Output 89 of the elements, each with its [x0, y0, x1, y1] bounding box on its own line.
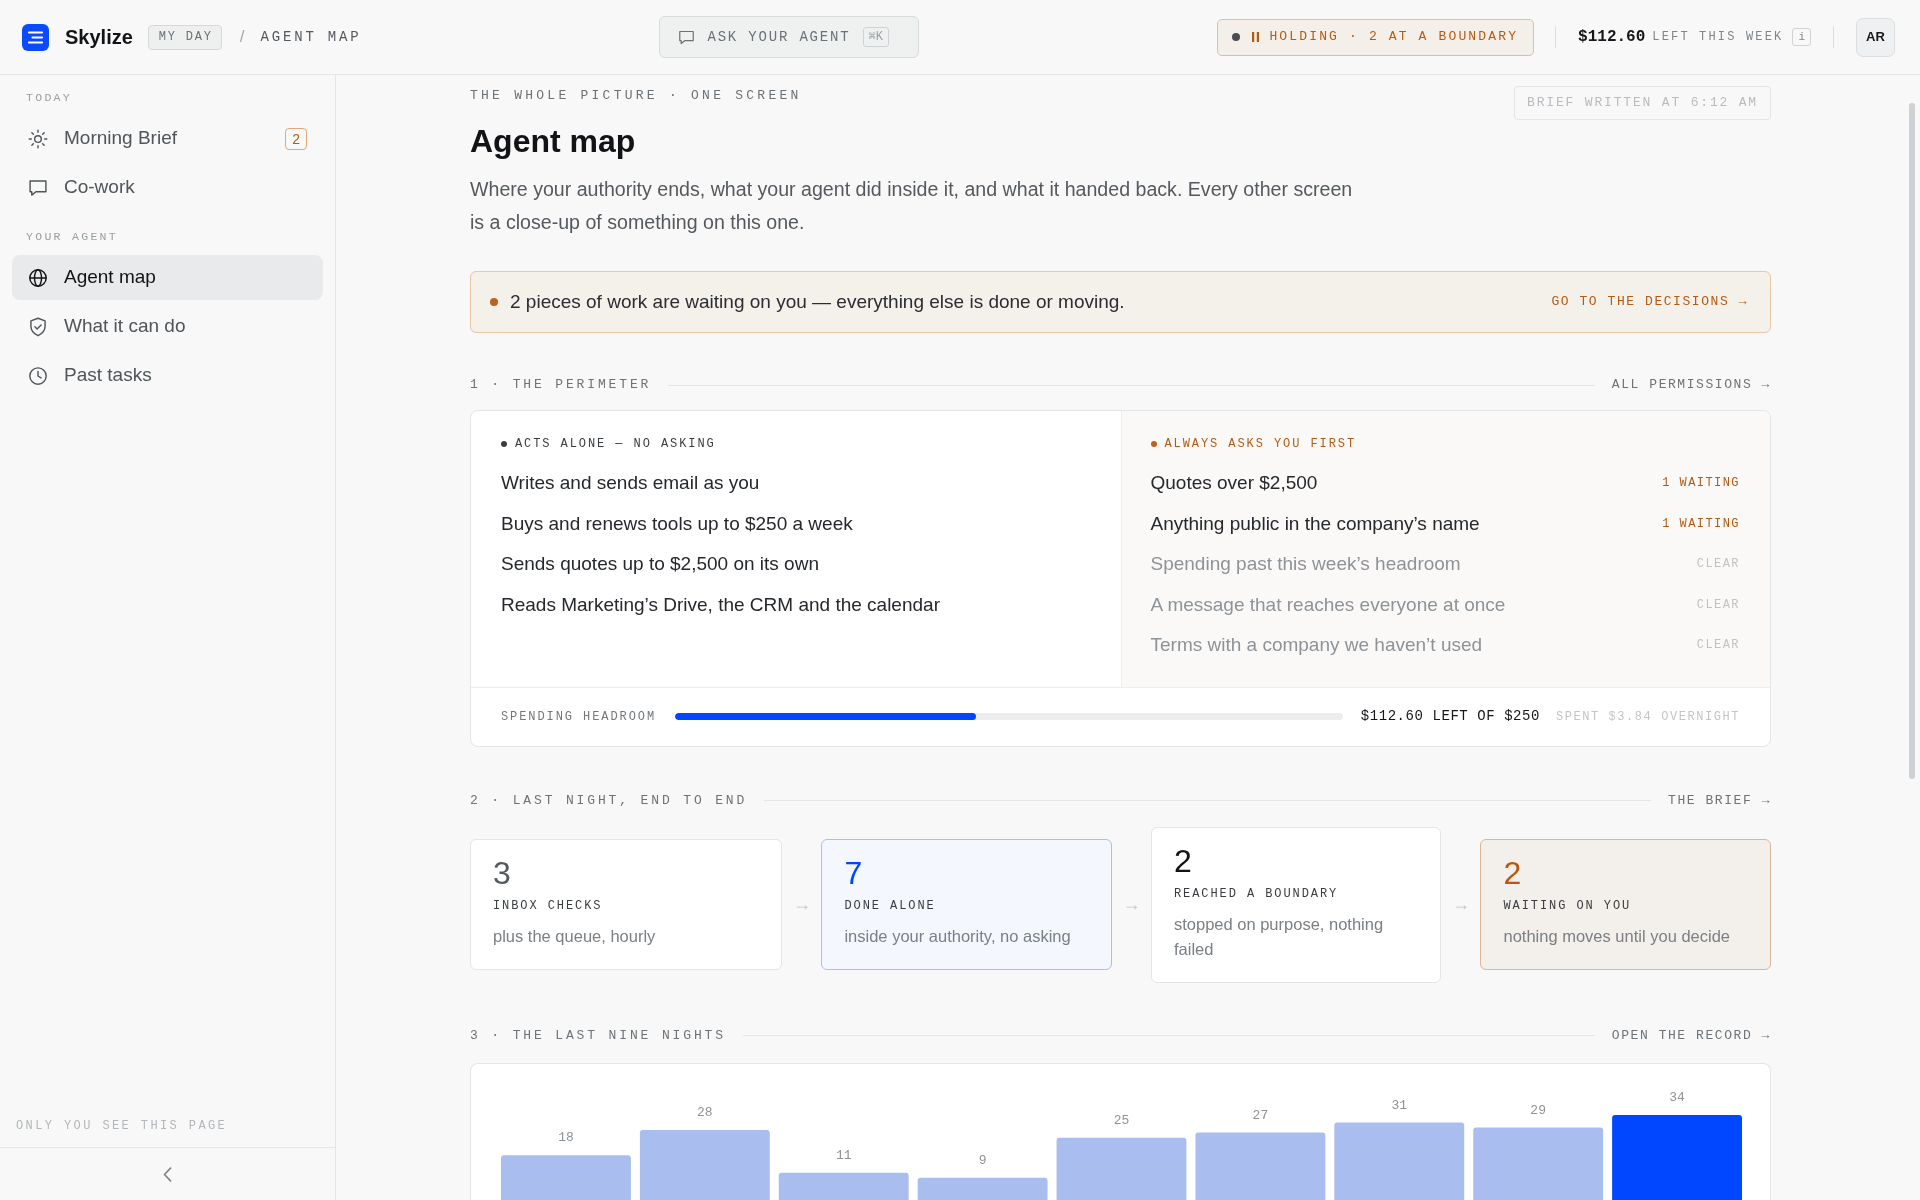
step-label: INBOX CHECKS: [493, 898, 604, 914]
sidebar-note: ONLY YOU SEE THIS PAGE: [15, 1118, 229, 1135]
permission-text: Terms with a company we haven’t used: [1150, 633, 1483, 657]
status-dot-icon: [1150, 441, 1157, 447]
count-badge: 2: [285, 127, 307, 150]
permission-text: Spending past this week’s headroom: [1150, 552, 1461, 576]
breadcrumb-current: AGENT MAP: [260, 27, 362, 47]
step-detail: stopped on purpose, nothing failed: [1173, 913, 1385, 960]
flow-arrow: →: [791, 893, 812, 916]
chevron-left-icon: [163, 1166, 172, 1182]
scrollbar-thumb[interactable]: [1909, 103, 1915, 779]
permission-text: Quotes over $2,500: [1150, 471, 1318, 495]
breadcrumb-separator: /: [239, 26, 245, 49]
brief-timestamp: BRIEF WRITTEN AT 6:12 AM: [1514, 86, 1771, 120]
section-link[interactable]: OPEN THE RECORD →: [1611, 1026, 1771, 1045]
bar-value-label: 28: [697, 1104, 713, 1120]
status-dot-icon: [501, 441, 507, 447]
account-avatar[interactable]: AR: [1856, 17, 1895, 57]
step-label: REACHED A BOUNDARY: [1173, 885, 1340, 902]
step-label: DONE ALONE: [844, 898, 937, 914]
permission-text: Sends quotes up to $2,500 on its own: [501, 552, 819, 576]
bar-value-label: 27: [1252, 1107, 1269, 1123]
sidebar-item[interactable]: Co-work: [12, 165, 323, 210]
sidebar-item[interactable]: Morning Brief 2: [12, 116, 323, 161]
bar-value-label: 11: [835, 1147, 852, 1163]
sidebar-item[interactable]: Past tasks: [12, 353, 323, 398]
column-heading: ACTS ALONE — NO ASKING: [515, 436, 716, 453]
clock-icon: [28, 365, 48, 386]
bar-value-label: 9: [978, 1152, 987, 1168]
logo-icon: [22, 23, 49, 51]
nav-section-label: YOUR AGENT: [25, 229, 119, 245]
section-link[interactable]: THE BRIEF →: [1668, 791, 1771, 810]
permission-text: Anything public in the company’s name: [1150, 511, 1480, 536]
permission-text: A message that reaches everyone at once: [1150, 592, 1506, 617]
bar-value-label: 34: [1669, 1089, 1685, 1105]
page-description: Where your authority ends, what your agent did inside it, and what it handed back. Every other screen is a close-up of something on this one.: [470, 177, 1354, 235]
bar-value-label: 29: [1530, 1102, 1546, 1118]
decisions-link[interactable]: GO TO THE DECISIONS →: [1551, 292, 1748, 312]
step-count: 7: [844, 855, 864, 891]
brand-name: Skylize: [65, 25, 133, 50]
section-link[interactable]: ALL PERMISSIONS →: [1611, 376, 1771, 394]
holding-status-button[interactable]: HOLDING · 2 AT A BOUNDARY: [1217, 18, 1535, 56]
globe-icon: [28, 267, 48, 288]
budget-label: LEFT THIS WEEK: [1652, 29, 1784, 46]
permission-text: Buys and renews tools up to $250 a week: [501, 511, 853, 536]
budget-amount: $112.60: [1578, 27, 1646, 48]
page-eyebrow: THE WHOLE PICTURE · ONE SCREEN: [470, 87, 803, 105]
sidebar-item[interactable]: Agent map: [12, 255, 323, 300]
pause-icon: [1252, 32, 1260, 42]
flow-arrow: →: [1450, 893, 1471, 916]
sun-icon: [28, 128, 48, 149]
step-detail: inside your authority, no asking: [844, 926, 1072, 947]
permission-status: CLEAR: [1696, 556, 1740, 573]
bar-value-label: 31: [1391, 1097, 1408, 1113]
shield-check-icon: [28, 316, 48, 337]
alert-dot-icon: [490, 298, 498, 306]
shortcut-hint: ⌘K: [862, 27, 889, 47]
sidebar-item[interactable]: What it can do: [12, 304, 323, 349]
headroom-label: SPENDING HEADROOM: [501, 708, 657, 726]
section-title: 3 · THE LAST NINE NIGHTS: [470, 1026, 726, 1045]
step-label: WAITING ON YOU: [1503, 898, 1633, 914]
permission-status: 1 WAITING: [1662, 515, 1740, 533]
page-title: Agent map: [470, 122, 637, 160]
section-title: 2 · LAST NIGHT, END TO END: [470, 791, 748, 810]
permission-text: Reads Marketing’s Drive, the CRM and the calendar: [501, 592, 940, 617]
breadcrumb-link[interactable]: MY DAY: [147, 24, 222, 50]
chat-bubble-icon: [678, 28, 696, 46]
permission-status: CLEAR: [1696, 596, 1740, 614]
headroom-reading: $112.60 LEFT OF $250: [1360, 707, 1540, 726]
chat-bubble-icon: [28, 177, 48, 198]
permission-status: CLEAR: [1696, 637, 1740, 654]
alert-message: 2 pieces of work are waiting on you — everything else is done or moving.: [510, 289, 1125, 314]
nav-section-label: TODAY: [25, 90, 73, 106]
step-detail: plus the queue, hourly: [493, 926, 657, 947]
bar-value-label: 25: [1113, 1112, 1130, 1128]
headroom-note: SPENT $3.84 OVERNIGHT: [1556, 708, 1740, 726]
section-title: 1 · THE PERIMETER: [470, 376, 652, 394]
ask-agent-button[interactable]: ASK YOUR AGENT ⌘K: [659, 16, 920, 58]
column-heading: ALWAYS ASKS YOU FIRST: [1164, 436, 1357, 453]
permission-status: 1 WAITING: [1662, 475, 1740, 492]
flow-arrow: →: [1121, 893, 1142, 916]
step-count: 3: [493, 855, 512, 891]
bar-value-label: 18: [558, 1129, 574, 1145]
step-detail: nothing moves until you decide: [1503, 926, 1732, 947]
info-button[interactable]: i: [1792, 28, 1811, 46]
step-count: 2: [1503, 855, 1523, 891]
permission-text: Writes and sends email as you: [501, 471, 760, 495]
step-count: 2: [1173, 842, 1193, 879]
status-dot-icon: [1232, 33, 1241, 41]
